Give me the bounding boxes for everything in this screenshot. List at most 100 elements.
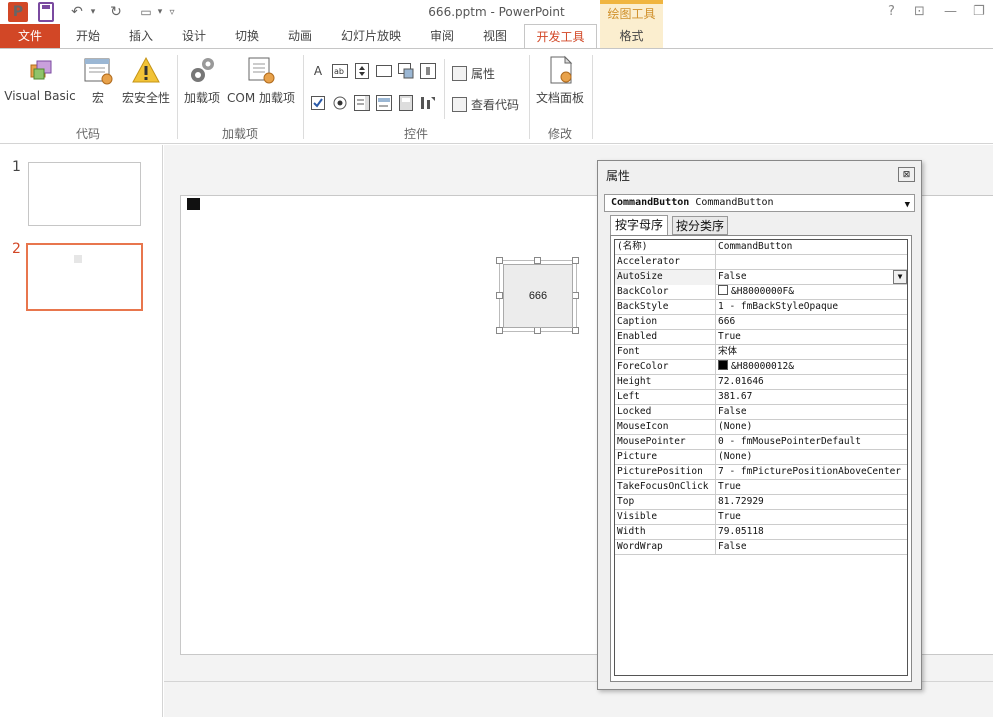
tab-transitions[interactable]: 切换 [225, 24, 269, 49]
property-row[interactable]: WordWrap False [615, 540, 907, 555]
property-value[interactable] [717, 255, 907, 270]
property-value[interactable]: 666 [717, 315, 907, 330]
property-value-text: (None) [718, 421, 753, 432]
property-value[interactable]: 0 - fmMousePointerDefault [717, 435, 907, 450]
view-code-button[interactable]: 查看代码 [452, 95, 519, 113]
tab-slideshow[interactable]: 幻灯片放映 [331, 24, 411, 49]
property-row[interactable]: BackColor &H8000000F& [615, 285, 907, 300]
property-value[interactable]: True [717, 330, 907, 345]
property-name: Left [615, 390, 716, 405]
property-value-text: True [718, 511, 741, 522]
property-row[interactable]: Font 宋体 [615, 345, 907, 360]
help-icon[interactable]: ? [888, 4, 895, 19]
property-row[interactable]: Visible True [615, 510, 907, 525]
tab-animations[interactable]: 动画 [278, 24, 322, 49]
property-value[interactable]: CommandButton [717, 240, 907, 255]
commandbutton-control-icon[interactable] [376, 63, 392, 79]
property-row[interactable]: Height 72.01646 [615, 375, 907, 390]
tab-design[interactable]: 设计 [172, 24, 216, 49]
com-addins-button[interactable]: COM 加载项 [224, 55, 298, 106]
property-row[interactable]: TakeFocusOnClick True [615, 480, 907, 495]
more-controls-icon[interactable] [420, 95, 436, 111]
radio-control-icon[interactable] [332, 95, 348, 111]
resize-handle[interactable] [534, 327, 541, 334]
property-value[interactable]: False [717, 405, 907, 420]
checkbox-control-icon[interactable] [310, 95, 326, 111]
properties-button[interactable]: 属性 [452, 64, 495, 82]
addins-button[interactable]: 加载项 [182, 55, 222, 106]
property-value[interactable]: True [717, 510, 907, 525]
thumbnail-button-preview [74, 255, 82, 263]
resize-handle[interactable] [572, 292, 579, 299]
property-value[interactable]: (None) [717, 420, 907, 435]
property-value-text: False [718, 271, 747, 282]
visual-basic-button[interactable]: Visual Basic [4, 55, 76, 103]
tab-developer[interactable]: 开发工具 [524, 24, 597, 50]
property-name: ForeColor [615, 360, 716, 375]
scrollbar-control-icon[interactable] [420, 63, 436, 79]
property-value[interactable]: False ▼ [717, 270, 907, 285]
property-row[interactable]: Accelerator [615, 255, 907, 270]
property-value[interactable]: 1 - fmBackStyleOpaque [717, 300, 907, 315]
property-value[interactable]: (None) [717, 450, 907, 465]
macros-button[interactable]: 宏 [82, 55, 114, 106]
tab-insert[interactable]: 插入 [119, 24, 163, 49]
restore-icon[interactable]: ❐ [973, 4, 985, 19]
textbox-control-icon[interactable]: ab [332, 63, 348, 79]
listbox-control-icon[interactable] [354, 95, 370, 111]
property-row[interactable]: AutoSize False ▼ [615, 270, 907, 285]
property-value[interactable]: 381.67 [717, 390, 907, 405]
property-row[interactable]: Enabled True [615, 330, 907, 345]
label-control-icon[interactable]: A [310, 63, 326, 79]
property-row[interactable]: Locked False [615, 405, 907, 420]
property-row[interactable]: Left 381.67 [615, 390, 907, 405]
spinbutton-control-icon[interactable] [354, 63, 370, 79]
minimize-icon[interactable]: — [944, 4, 957, 19]
property-value[interactable]: 宋体 [717, 345, 907, 360]
property-value[interactable]: False [717, 540, 907, 555]
property-value[interactable]: &H80000012& [717, 360, 907, 375]
property-value[interactable]: 81.72929 [717, 495, 907, 510]
image-control-icon[interactable] [398, 63, 414, 79]
tab-file[interactable]: 文件 [0, 24, 60, 49]
property-row[interactable]: MousePointer 0 - fmMousePointerDefault [615, 435, 907, 450]
property-value[interactable]: &H8000000F& [717, 285, 907, 300]
resize-handle[interactable] [496, 257, 503, 264]
command-button[interactable]: 666 [503, 264, 573, 328]
resize-handle[interactable] [534, 257, 541, 264]
property-row[interactable]: Picture (None) [615, 450, 907, 465]
property-row[interactable]: Top 81.72929 [615, 495, 907, 510]
resize-handle[interactable] [572, 257, 579, 264]
property-row[interactable]: (名称) CommandButton [615, 240, 907, 255]
tab-view[interactable]: 视图 [473, 24, 517, 49]
tab-categorized[interactable]: 按分类序 [672, 216, 728, 235]
resize-handle[interactable] [572, 327, 579, 334]
document-panel-button[interactable]: 文档面板 [534, 55, 586, 106]
slide-thumbnail-1[interactable] [28, 162, 141, 226]
slide-thumbnail-2[interactable] [26, 243, 143, 311]
ribbon-display-icon[interactable]: ⊡ [914, 4, 925, 19]
tab-review[interactable]: 审阅 [420, 24, 464, 49]
property-value[interactable]: True [717, 480, 907, 495]
macro-security-button[interactable]: 宏安全性 [120, 55, 172, 106]
toggle-control-icon[interactable] [398, 95, 414, 111]
chevron-down-icon[interactable]: ▼ [905, 197, 910, 211]
property-value[interactable]: 79.05118 [717, 525, 907, 540]
close-icon[interactable]: ⊠ [898, 167, 915, 182]
combobox-control-icon[interactable] [376, 95, 392, 111]
tab-alphabetic[interactable]: 按字母序 [610, 215, 668, 236]
resize-handle[interactable] [496, 327, 503, 334]
property-row[interactable]: MouseIcon (None) [615, 420, 907, 435]
dropdown-arrow-icon[interactable]: ▼ [893, 270, 907, 284]
resize-handle[interactable] [496, 292, 503, 299]
property-value[interactable]: 7 - fmPicturePositionAboveCenter [717, 465, 907, 480]
tab-format[interactable]: 格式 [600, 24, 663, 49]
property-row[interactable]: PicturePosition 7 - fmPicturePositionAbov… [615, 465, 907, 480]
tab-home[interactable]: 开始 [66, 24, 110, 49]
property-row[interactable]: BackStyle 1 - fmBackStyleOpaque [615, 300, 907, 315]
property-value[interactable]: 72.01646 [717, 375, 907, 390]
property-row[interactable]: Caption 666 [615, 315, 907, 330]
property-row[interactable]: ForeColor &H80000012& [615, 360, 907, 375]
object-selector[interactable]: CommandButton CommandButton ▼ [604, 194, 915, 212]
property-row[interactable]: Width 79.05118 [615, 525, 907, 540]
